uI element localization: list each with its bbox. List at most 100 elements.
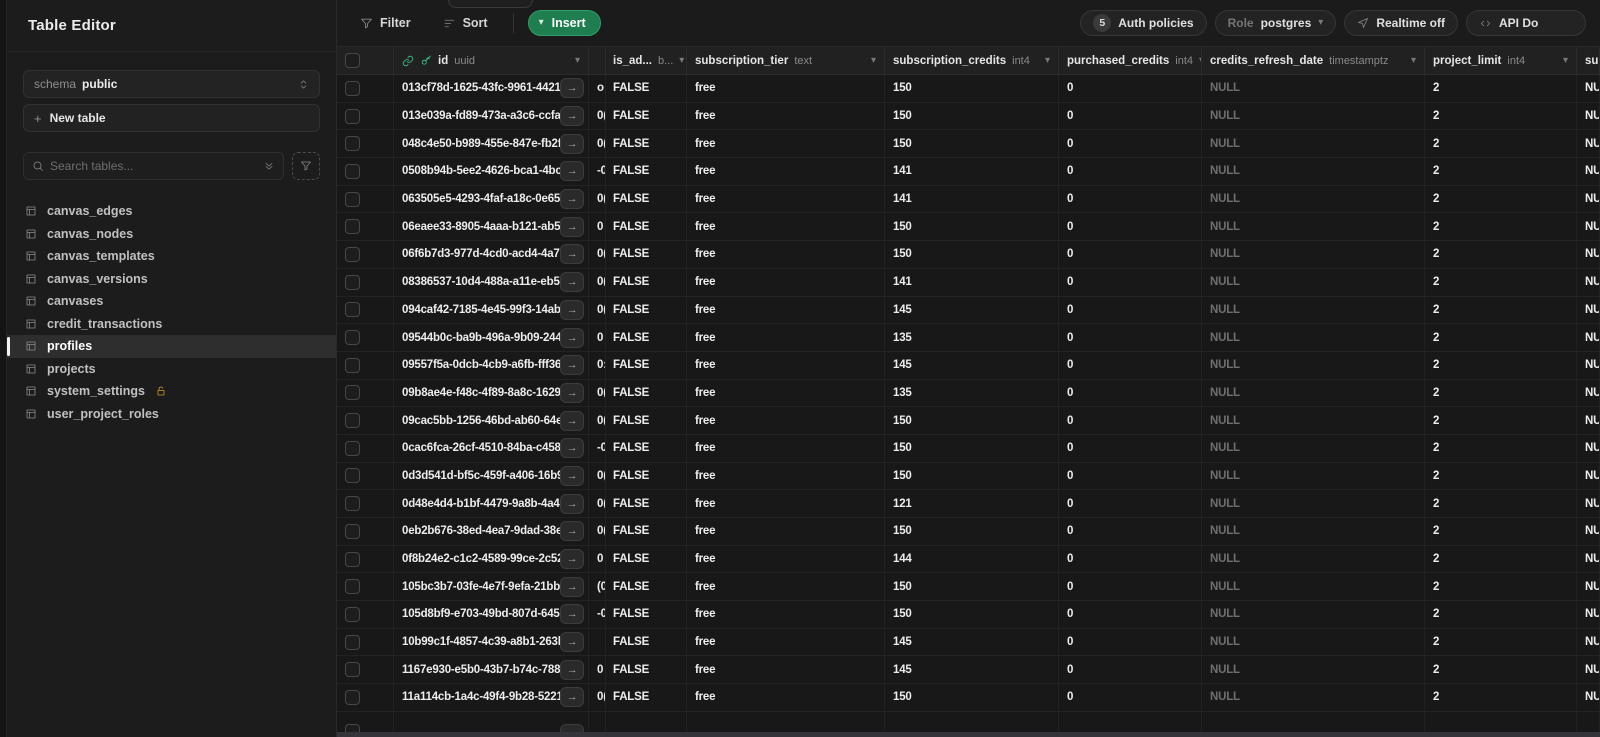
row-checkbox[interactable] (345, 274, 360, 290)
cell-overflow[interactable]: NU (1577, 130, 1600, 158)
cell-overflow[interactable]: NU (1577, 158, 1600, 185)
cell-is_admin[interactable]: FALSE (605, 158, 687, 185)
cell-limit[interactable]: 2 (1425, 296, 1577, 324)
cell-tier[interactable]: free (687, 241, 885, 268)
cell-limit[interactable]: 2 (1425, 268, 1577, 296)
cell-clip[interactable]: 0( (589, 490, 606, 517)
cell-id[interactable]: 048c4e50-b989-455e-847e-fb2f... → (394, 130, 589, 158)
table-row[interactable]: 105d8bf9-e703-49bd-807d-645e... → -0 FALSE f… (337, 601, 1600, 629)
cell-refresh[interactable]: NULL (1202, 462, 1425, 490)
cell-is_admin[interactable]: FALSE (605, 75, 687, 102)
cell-refresh[interactable]: NULL (1202, 684, 1425, 711)
cell-refresh[interactable]: NULL (1202, 102, 1425, 130)
cell-tier[interactable]: free (687, 296, 885, 324)
cell-refresh[interactable]: NULL (1202, 130, 1425, 158)
search-tables-input[interactable] (50, 159, 257, 173)
cell-overflow[interactable]: NU (1577, 102, 1600, 130)
cell-limit[interactable]: 2 (1425, 462, 1577, 490)
cell-sub_credits[interactable]: 150 (885, 518, 1059, 545)
cell-refresh[interactable]: NULL (1202, 296, 1425, 324)
row-checkbox[interactable] (345, 136, 360, 152)
cell-purchased[interactable]: 0 (1059, 351, 1202, 379)
cell-clip[interactable]: 0( (589, 185, 606, 213)
cell-tier[interactable]: free (687, 518, 885, 545)
expand-row-button[interactable]: → (560, 244, 584, 265)
cell-clip[interactable]: 0( (589, 130, 606, 158)
cell-limit[interactable]: 2 (1425, 379, 1577, 407)
row-checkbox[interactable] (345, 689, 360, 705)
cell-overflow[interactable]: NU (1577, 684, 1600, 711)
row-checkbox[interactable] (345, 357, 360, 373)
sidebar-item-system_settings[interactable]: system_settings (7, 380, 336, 403)
cell-sub_credits[interactable]: 141 (885, 158, 1059, 185)
cell-id[interactable]: 11a114cb-1a4c-49f4-9b28-52219ec...→ (394, 684, 589, 711)
cell-sub_credits[interactable]: 141 (885, 268, 1059, 296)
cell-refresh[interactable]: NULL (1202, 379, 1425, 407)
column-header-clip[interactable] (589, 47, 606, 74)
cell-clip[interactable]: 0( (589, 407, 606, 434)
cell-purchased[interactable]: 0 (1059, 462, 1202, 490)
cell-overflow[interactable]: NU (1577, 434, 1600, 462)
cell-sub_credits[interactable]: 150 (885, 684, 1059, 711)
cell-sub_credits[interactable]: 150 (885, 573, 1059, 601)
cell-limit[interactable]: 2 (1425, 102, 1577, 130)
cell-clip[interactable]: 0( (589, 241, 606, 268)
cell-is_admin[interactable]: FALSE (605, 102, 687, 130)
expand-row-button[interactable]: → (560, 299, 584, 320)
cell-tier[interactable]: free (687, 628, 885, 656)
cell-is_admin[interactable]: FALSE (605, 241, 687, 268)
cell-purchased[interactable]: 0 (1059, 268, 1202, 296)
row-checkbox[interactable] (345, 551, 360, 567)
cell-sub_credits[interactable]: 150 (885, 102, 1059, 130)
cell-id[interactable]: 0f8b24e2-c1c2-4589-99ce-2c52d...→ (394, 545, 589, 573)
cell-purchased[interactable]: 0 (1059, 490, 1202, 517)
row-checkbox[interactable] (345, 108, 360, 124)
cell-clip[interactable]: 0 (589, 324, 606, 351)
cell-is_admin[interactable]: FALSE (605, 351, 687, 379)
cell-purchased[interactable]: 0 (1059, 684, 1202, 711)
cell-tier[interactable]: free (687, 573, 885, 601)
cell-is_admin[interactable]: FALSE (605, 656, 687, 684)
cell-id[interactable]: 08386537-10d4-488a-a11e-eb5a6...→ (394, 268, 589, 296)
table-row[interactable]: 013cf78d-1625-43fc-9961-442189...→oFALSE… (337, 75, 1600, 103)
cell-refresh[interactable]: NULL (1202, 268, 1425, 296)
table-row[interactable]: 0d3d541d-bf5c-459f-a406-16b93...→0(FALSE… (337, 462, 1600, 491)
cell-clip[interactable]: 0 (589, 656, 606, 684)
cell-purchased[interactable]: 0 (1059, 324, 1202, 351)
cell-tier[interactable]: free (687, 545, 885, 573)
cell-sub_credits[interactable]: 150 (885, 130, 1059, 158)
cell-limit[interactable]: 2 (1425, 490, 1577, 517)
cell-sub_credits[interactable]: 150 (885, 213, 1059, 241)
expand-row-button[interactable]: → (560, 78, 584, 99)
cell-limit[interactable]: 2 (1425, 407, 1577, 434)
column-header-purchased[interactable]: purchased_creditsint4▾ (1059, 47, 1202, 74)
cell-sub_credits[interactable]: 150 (885, 75, 1059, 102)
auth-policies-button[interactable]: 5 Auth policies (1080, 10, 1207, 36)
cell-tier[interactable]: free (687, 462, 885, 490)
cell-limit[interactable]: 2 (1425, 241, 1577, 268)
cell-is_admin[interactable]: FALSE (605, 573, 687, 601)
cell-clip[interactable]: 0( (589, 379, 606, 407)
cell-id[interactable]: 09b8ae4e-f48c-4f89-8a8c-1629b... → (394, 379, 589, 407)
cell-refresh[interactable]: NULL (1202, 601, 1425, 628)
cell-overflow[interactable]: NU (1577, 324, 1600, 351)
cell-is_admin[interactable]: FALSE (605, 684, 687, 711)
cell-limit[interactable]: 2 (1425, 351, 1577, 379)
cell-sub_credits[interactable]: 145 (885, 351, 1059, 379)
cell-tier[interactable]: free (687, 324, 885, 351)
cell-is_admin[interactable]: FALSE (605, 296, 687, 324)
cell-clip[interactable]: 0( (589, 268, 606, 296)
row-checkbox[interactable] (345, 191, 360, 207)
cell-refresh[interactable]: NULL (1202, 351, 1425, 379)
cell-refresh[interactable]: NULL (1202, 434, 1425, 462)
sidebar-item-canvas_edges[interactable]: canvas_edges (7, 200, 336, 223)
cell-limit[interactable]: 2 (1425, 75, 1577, 102)
cell-id[interactable]: 09557f5a-0dcb-4cb9-a6fb-fff366... → (394, 351, 589, 379)
cell-clip[interactable]: 0 (589, 213, 606, 241)
cell-is_admin[interactable]: FALSE (605, 324, 687, 351)
cell-purchased[interactable]: 0 (1059, 379, 1202, 407)
cell-purchased[interactable]: 0 (1059, 407, 1202, 434)
cell-purchased[interactable]: 0 (1059, 158, 1202, 185)
cell-overflow[interactable]: NU (1577, 241, 1600, 268)
cell-purchased[interactable]: 0 (1059, 518, 1202, 545)
